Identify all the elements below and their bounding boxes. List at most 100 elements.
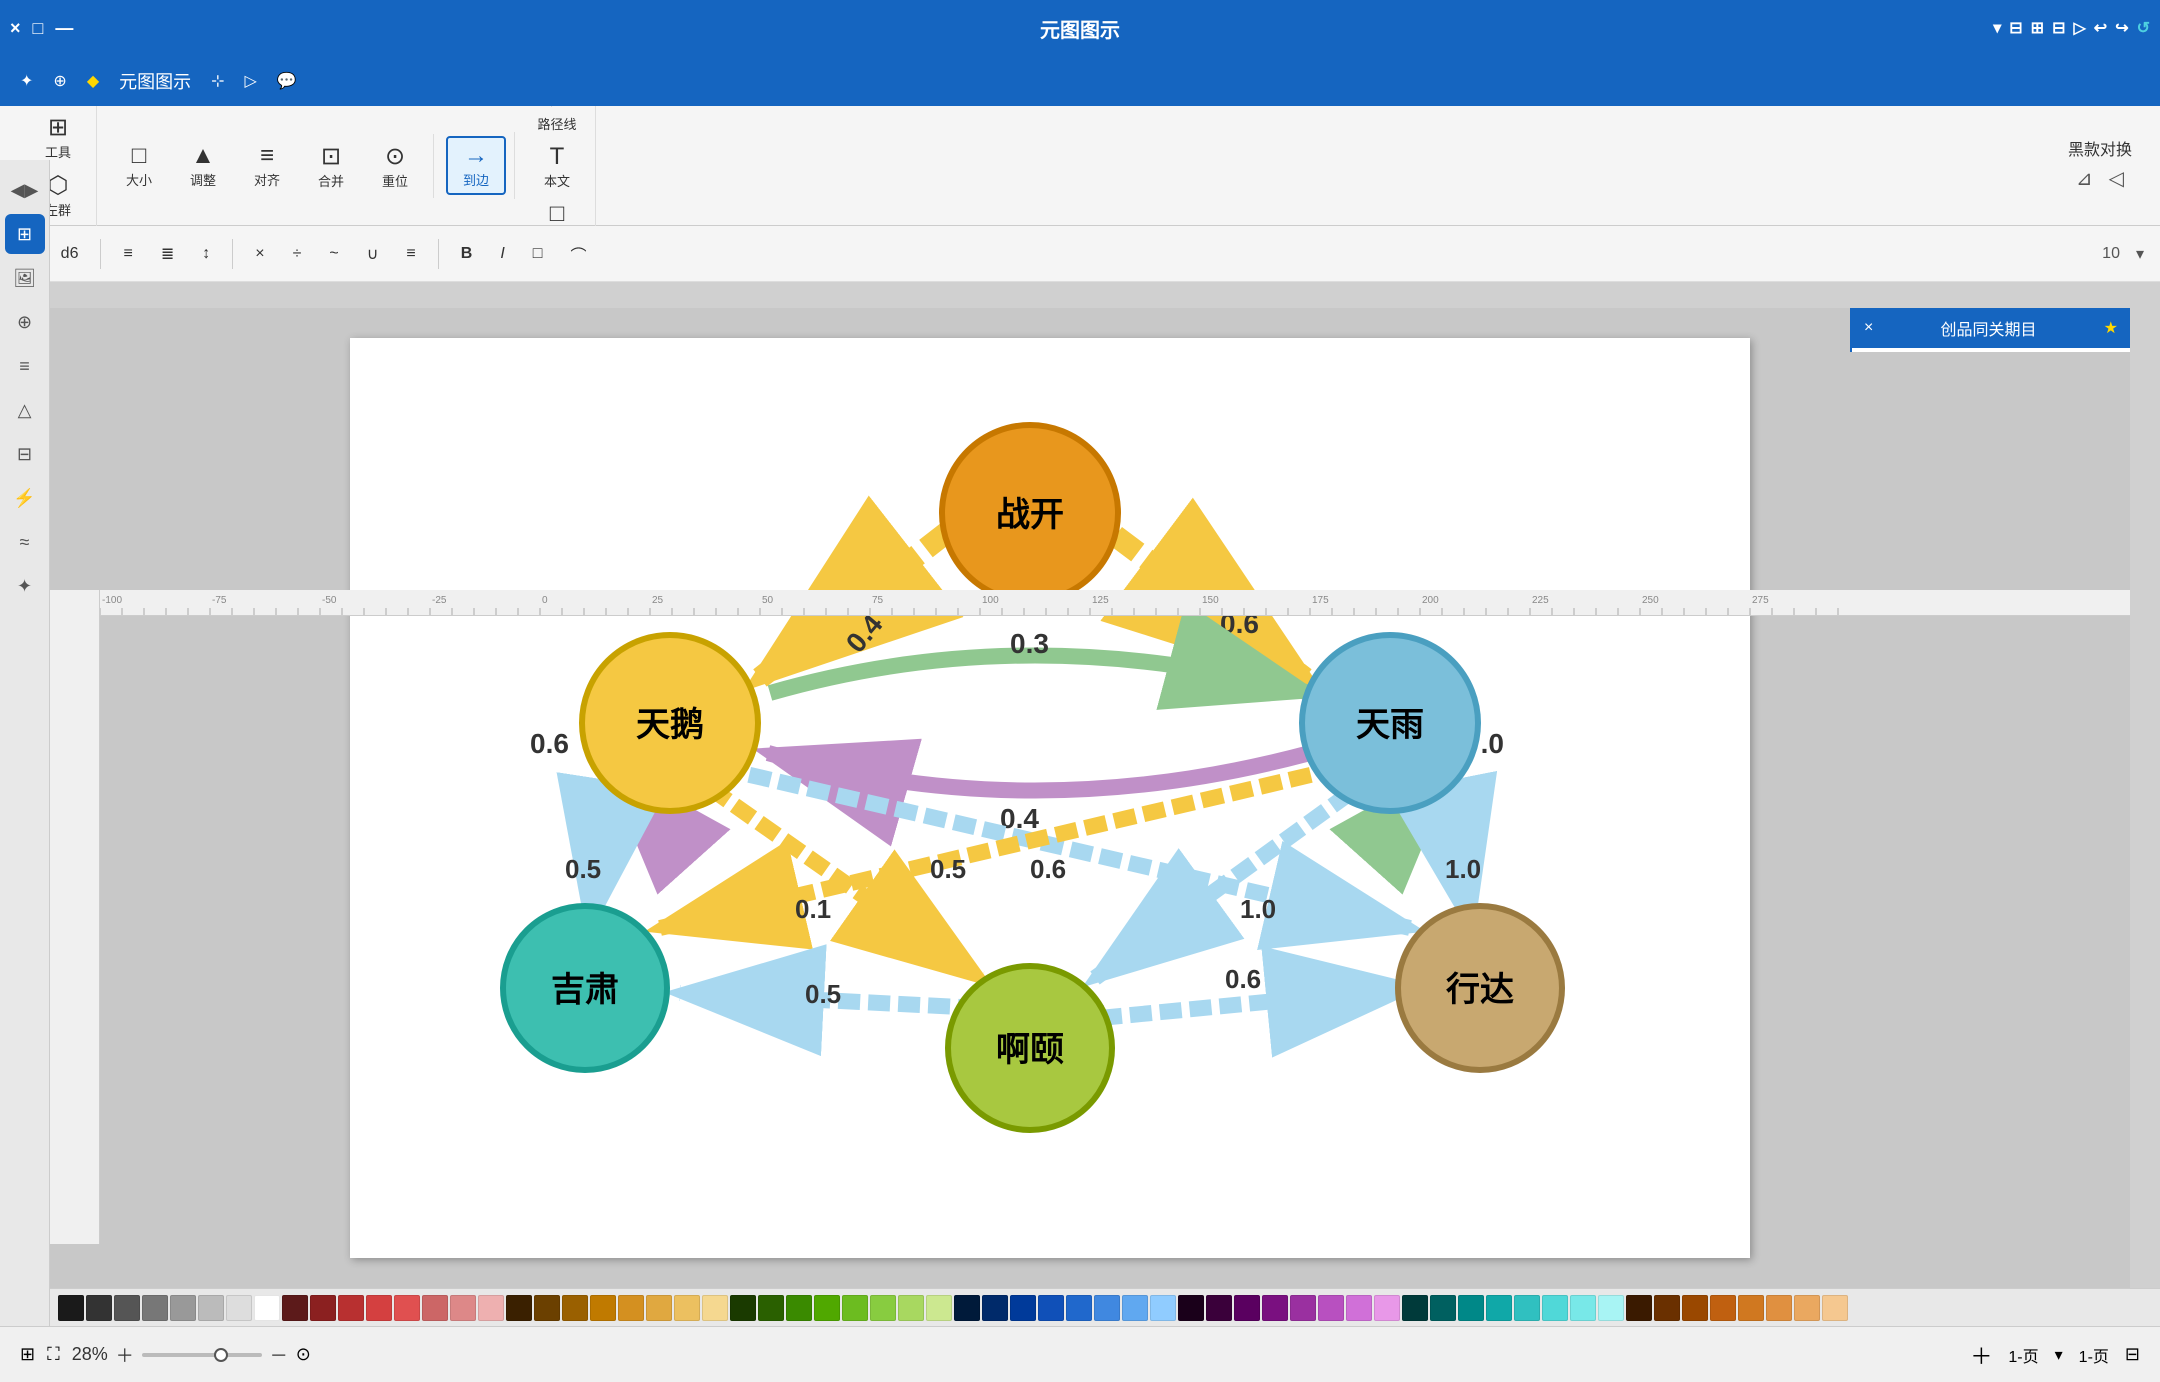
color-swatch[interactable] [702, 1295, 728, 1321]
color-swatch[interactable] [450, 1295, 476, 1321]
page-down-icon[interactable]: ▾ [2055, 1345, 2063, 1365]
color-swatch[interactable] [226, 1295, 252, 1321]
icon-btn[interactable]: □ [33, 18, 44, 39]
mini-tool-1[interactable]: ✦ [20, 71, 33, 91]
color-swatch[interactable] [814, 1295, 840, 1321]
mini-tool-4[interactable]: ⊹ [211, 71, 224, 91]
t2-bold[interactable]: B [455, 242, 479, 266]
add-page-btn[interactable]: ＋ [1970, 1339, 1992, 1371]
zoom-in-btn[interactable]: ＋ [116, 1342, 134, 1368]
zoom-slider[interactable] [142, 1353, 262, 1357]
text-btn[interactable]: T 本文 [527, 139, 587, 194]
color-swatch[interactable] [1234, 1295, 1260, 1321]
color-swatch[interactable] [86, 1295, 112, 1321]
canvas-page[interactable]: 0.4 0.6 0.3 0.4 0.6 [350, 338, 1750, 1258]
color-swatch[interactable] [1794, 1295, 1820, 1321]
color-swatch[interactable] [842, 1295, 868, 1321]
color-swatch[interactable] [58, 1295, 84, 1321]
window-controls[interactable]: × □ — [10, 18, 73, 39]
t2-italic[interactable]: I [494, 242, 510, 266]
close-btn[interactable]: × [10, 18, 21, 39]
color-swatch[interactable] [1262, 1295, 1288, 1321]
color-swatch[interactable] [982, 1295, 1008, 1321]
t2-arc[interactable]: ⌒ [564, 239, 592, 269]
color-swatch[interactable] [394, 1295, 420, 1321]
zoom-thumb[interactable] [214, 1348, 228, 1362]
color-swatch[interactable] [338, 1295, 364, 1321]
min-btn[interactable]: — [55, 18, 73, 39]
t2-lines[interactable]: ≡ [400, 242, 421, 266]
color-swatch[interactable] [1710, 1295, 1736, 1321]
color-swatch[interactable] [1150, 1295, 1176, 1321]
color-swatch[interactable] [646, 1295, 672, 1321]
color-swatch[interactable] [1402, 1295, 1428, 1321]
layout-icon[interactable]: ⊟ [2125, 1344, 2140, 1365]
sidebar-expand[interactable]: ◀▶ [5, 170, 45, 210]
color-swatch[interactable] [1654, 1295, 1680, 1321]
mini-tool-2[interactable]: ⊕ [53, 71, 66, 91]
format-icon-2[interactable]: ◁ [2105, 162, 2128, 195]
reset-btn[interactable]: ⊙ 重位 [365, 138, 425, 194]
size-btn[interactable]: □ 大小 [109, 138, 169, 194]
sidebar-star[interactable]: ✦ [5, 566, 45, 606]
sidebar-layers[interactable]: ⊕ [5, 302, 45, 342]
color-swatch[interactable] [1206, 1295, 1232, 1321]
color-swatch[interactable] [1514, 1295, 1540, 1321]
color-swatch[interactable] [1038, 1295, 1064, 1321]
format-icon-1[interactable]: ⊿ [2072, 162, 2097, 195]
color-swatch[interactable] [1318, 1295, 1344, 1321]
color-swatch[interactable] [1570, 1295, 1596, 1321]
sidebar-format[interactable]: ≈ [5, 522, 45, 562]
color-swatch[interactable] [1486, 1295, 1512, 1321]
color-swatch[interactable] [254, 1295, 280, 1321]
t2-box[interactable]: □ [527, 242, 549, 266]
side-panel-close[interactable]: × [1864, 319, 1873, 337]
color-swatch[interactable] [170, 1295, 196, 1321]
color-swatch[interactable] [142, 1295, 168, 1321]
mini-tool-5[interactable]: ▷ [245, 71, 257, 91]
mini-tool-6[interactable]: 💬 [277, 71, 297, 91]
expand-icon[interactable]: ⊞ [20, 1344, 35, 1365]
color-swatch[interactable] [282, 1295, 308, 1321]
color-swatch[interactable] [310, 1295, 336, 1321]
color-swatch[interactable] [1682, 1295, 1708, 1321]
arrow-btn[interactable]: → 到边 [446, 136, 506, 195]
color-swatch[interactable] [870, 1295, 896, 1321]
color-swatch[interactable] [590, 1295, 616, 1321]
color-swatch[interactable] [786, 1295, 812, 1321]
color-swatch[interactable] [1374, 1295, 1400, 1321]
sidebar-chart[interactable]: △ [5, 390, 45, 430]
t2-tilde[interactable]: ~ [323, 242, 344, 266]
t2-union[interactable]: ∪ [361, 241, 385, 267]
t2-align-left[interactable]: ≡ [117, 242, 138, 266]
color-swatch[interactable] [534, 1295, 560, 1321]
color-swatch[interactable] [1066, 1295, 1092, 1321]
color-swatch[interactable] [114, 1295, 140, 1321]
color-swatch[interactable] [1458, 1295, 1484, 1321]
zoom-out-btn[interactable]: － [270, 1342, 288, 1368]
color-swatch[interactable] [898, 1295, 924, 1321]
color-swatch[interactable] [366, 1295, 392, 1321]
color-swatch[interactable] [1598, 1295, 1624, 1321]
color-swatch[interactable] [1178, 1295, 1204, 1321]
t2-list[interactable]: ≣ [155, 241, 180, 267]
canvas-area[interactable]: // ruler marks drawn via JS below -100-7… [50, 308, 2130, 1300]
color-swatch[interactable] [562, 1295, 588, 1321]
t2-indent[interactable]: ↕ [196, 242, 216, 266]
color-swatch[interactable] [506, 1295, 532, 1321]
sidebar-list[interactable]: ≡ [5, 346, 45, 386]
color-swatch[interactable] [1822, 1295, 1848, 1321]
color-swatch[interactable] [926, 1295, 952, 1321]
color-swatch[interactable] [198, 1295, 224, 1321]
t2-font-d6[interactable]: d6 [55, 242, 85, 266]
color-swatch[interactable] [422, 1295, 448, 1321]
fullscreen-icon[interactable]: ⛶ [47, 1344, 60, 1365]
color-swatch[interactable] [1626, 1295, 1652, 1321]
color-swatch[interactable] [1010, 1295, 1036, 1321]
sidebar-shapes[interactable]: ⊞ [5, 214, 45, 254]
color-swatch[interactable] [674, 1295, 700, 1321]
color-swatch[interactable] [758, 1295, 784, 1321]
color-swatch[interactable] [1122, 1295, 1148, 1321]
t2-mult[interactable]: × [249, 242, 270, 266]
font-down[interactable]: ▾ [2136, 244, 2144, 264]
